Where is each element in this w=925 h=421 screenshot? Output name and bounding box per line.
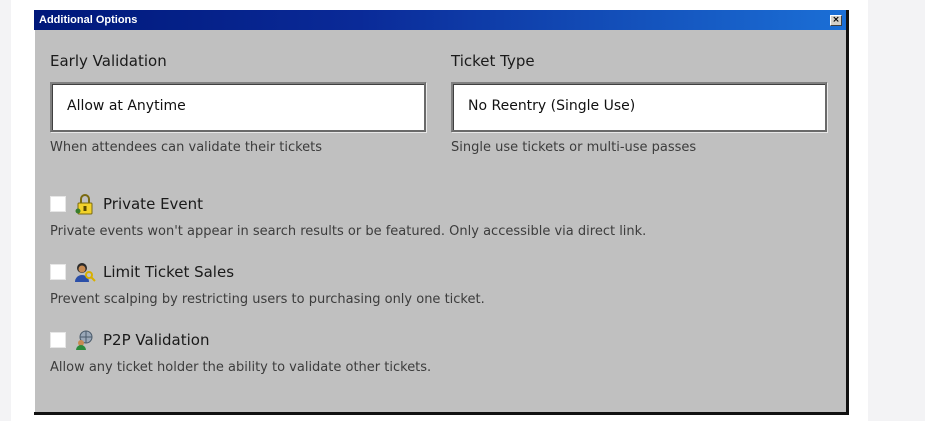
early-validation-select[interactable]: Allow at Anytime [50,82,426,132]
limit-ticket-sales-checkbox[interactable] [50,264,66,280]
p2p-validation-label: P2P Validation [103,331,210,349]
early-validation-helper: When attendees can validate their ticket… [50,140,323,155]
p2p-validation-checkbox[interactable] [50,332,66,348]
limit-ticket-sales-option: Limit Ticket Sales [50,261,234,283]
ticket-type-select[interactable]: No Reentry (Single Use) [451,82,827,132]
close-button[interactable]: × [830,14,842,26]
private-event-label: Private Event [103,195,204,213]
p2p-validation-option: P2P Validation [50,329,209,351]
ticket-type-helper: Single use tickets or multi-use passes [451,140,697,155]
ticket-type-label: Ticket Type [451,52,535,70]
additional-options-dialog: Additional Options × Early Validation Al… [34,10,849,415]
private-event-option: Private Event [50,193,203,215]
dialog-title: Additional Options [39,14,138,26]
private-event-description: Private events won't appear in search re… [50,224,647,239]
limit-ticket-sales-label: Limit Ticket Sales [103,263,235,281]
dialog-titlebar[interactable]: Additional Options × [34,10,846,30]
early-validation-label: Early Validation [50,52,167,70]
limit-ticket-sales-description: Prevent scalping by restricting users to… [50,292,485,307]
user-key-icon [75,263,96,282]
private-event-checkbox[interactable] [50,196,66,212]
network-user-icon [76,330,93,350]
lock-icon [75,194,93,215]
p2p-validation-description: Allow any ticket holder the ability to v… [50,360,432,375]
